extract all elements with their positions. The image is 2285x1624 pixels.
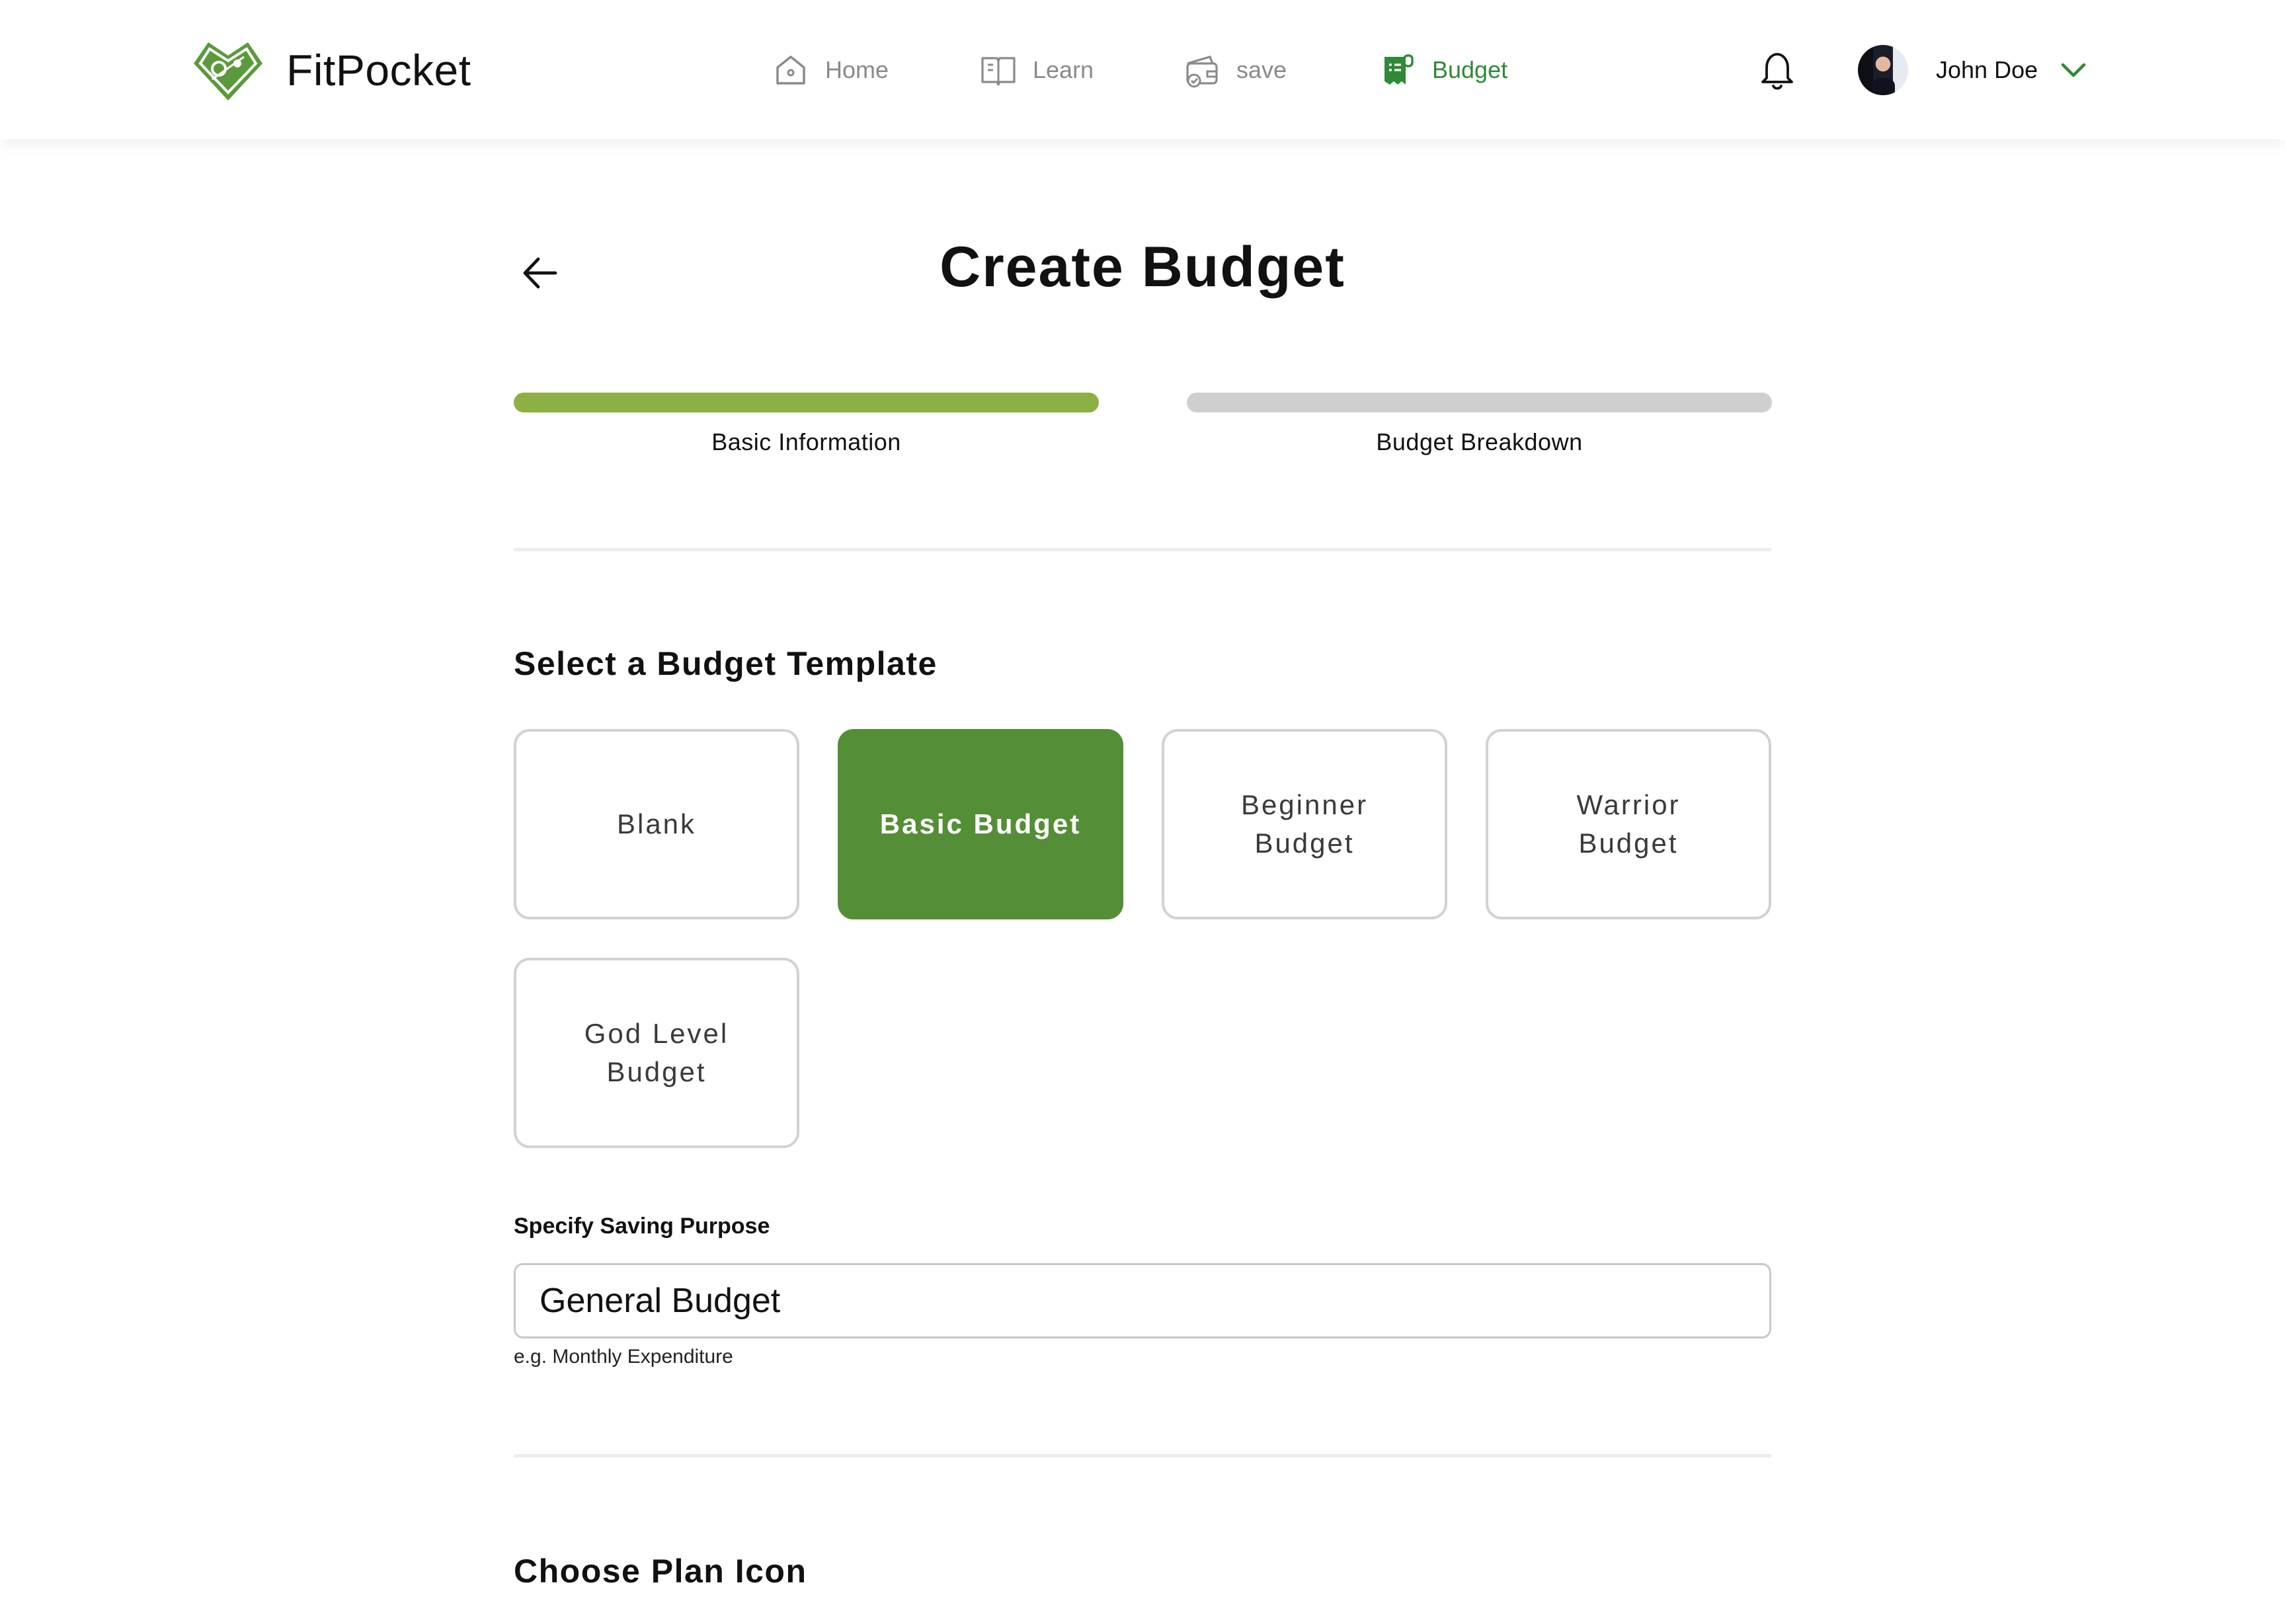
section-divider: [514, 1454, 1771, 1457]
saving-purpose-input[interactable]: [514, 1263, 1771, 1338]
step-label-budget-breakdown[interactable]: Budget Breakdown: [1187, 428, 1772, 456]
user-menu[interactable]: John Doe: [1858, 41, 2087, 99]
nav-home[interactable]: Home: [772, 44, 889, 97]
template-section-title: Select a Budget Template: [514, 645, 938, 682]
template-option-blank[interactable]: Blank: [514, 729, 799, 919]
nav-home-label: Home: [825, 56, 889, 83]
nav-budget-label: Budget: [1432, 56, 1508, 83]
saving-purpose-hint: e.g. Monthly Expenditure: [514, 1346, 733, 1368]
template-option-basic-budget[interactable]: Basic Budget: [838, 729, 1123, 919]
user-name: John Doe: [1936, 56, 2038, 83]
nav-learn[interactable]: Learn: [980, 44, 1094, 97]
nav-save[interactable]: save: [1183, 44, 1287, 97]
wallet-icon: [1186, 56, 1218, 88]
chevron-down-icon: [2061, 63, 2086, 77]
notification-bell-icon[interactable]: [1756, 48, 1798, 93]
brand-logo[interactable]: FitPocket: [188, 37, 471, 103]
top-navbar: FitPocket Home Learn save Budget John Do…: [0, 0, 2285, 139]
plan-icon-section-title: Choose Plan Icon: [514, 1553, 807, 1590]
home-icon: [776, 56, 805, 85]
template-option-warrior-budget[interactable]: Warrior Budget: [1486, 729, 1771, 919]
step-label-basic-information[interactable]: Basic Information: [514, 428, 1099, 456]
step-progress-budget-breakdown: [1187, 393, 1772, 412]
nav-budget[interactable]: Budget: [1379, 44, 1507, 97]
create-budget-page: FitPocket Home Learn save Budget John Do…: [0, 0, 2285, 1624]
avatar: [1858, 45, 1908, 95]
nav-learn-label: Learn: [1033, 56, 1094, 83]
app-name: FitPocket: [286, 46, 471, 95]
nav-save-label: save: [1236, 56, 1287, 83]
budget-receipt-icon: [1384, 54, 1414, 85]
template-option-god-level-budget[interactable]: God Level Budget: [514, 958, 799, 1148]
template-option-beginner-budget[interactable]: Beginner Budget: [1162, 729, 1447, 919]
book-icon: [981, 57, 1016, 86]
step-progress-basic-information: [514, 393, 1099, 412]
fitpocket-logo-icon: [194, 42, 262, 100]
saving-purpose-label: Specify Saving Purpose: [514, 1214, 770, 1239]
section-divider: [514, 548, 1771, 551]
page-title: Create Budget: [940, 235, 1345, 299]
